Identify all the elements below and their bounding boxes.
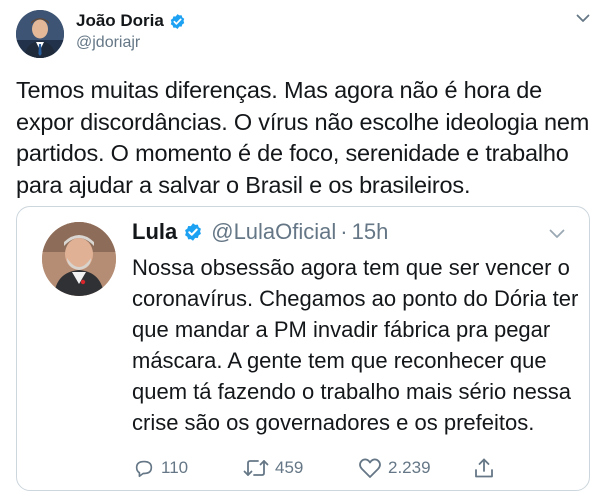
verified-badge-icon (170, 13, 185, 29)
chevron-down-icon[interactable] (549, 229, 565, 239)
quoted-author-row[interactable]: Lula @LulaOficial · 15h (132, 219, 388, 245)
chevron-down-icon[interactable] (576, 14, 590, 23)
retweet-icon (243, 460, 269, 476)
like-icon (359, 458, 381, 478)
author-name[interactable]: João Doria (76, 11, 164, 31)
retweet-count: 459 (275, 458, 304, 477)
verified-badge-icon (185, 223, 202, 241)
author-avatar[interactable] (16, 10, 64, 58)
author-name-row[interactable]: João Doria (76, 11, 186, 31)
quoted-tweet-text: Nossa obsessão agora tem que ser vencer … (132, 255, 579, 435)
like-count: 2.239 (388, 458, 431, 477)
tweet-text: Temos muitas diferenças. Mas agora não é… (16, 77, 590, 198)
reply-count: 110 (161, 458, 189, 477)
quoted-author-handle[interactable]: @LulaOficial (211, 219, 336, 245)
share-icon (475, 458, 493, 478)
retweet-button[interactable]: 459 (243, 457, 303, 479)
like-button[interactable]: 2.239 (358, 457, 431, 479)
author-handle[interactable]: @jdoriajr (76, 34, 140, 52)
reply-icon (135, 460, 153, 478)
separator-dot: · (340, 219, 348, 244)
quoted-author-name[interactable]: Lula (132, 219, 177, 245)
quoted-author-avatar[interactable] (42, 222, 116, 296)
reply-button[interactable]: 110 (133, 457, 188, 479)
quoted-timestamp[interactable]: 15h (352, 219, 389, 245)
share-button[interactable] (473, 457, 501, 479)
